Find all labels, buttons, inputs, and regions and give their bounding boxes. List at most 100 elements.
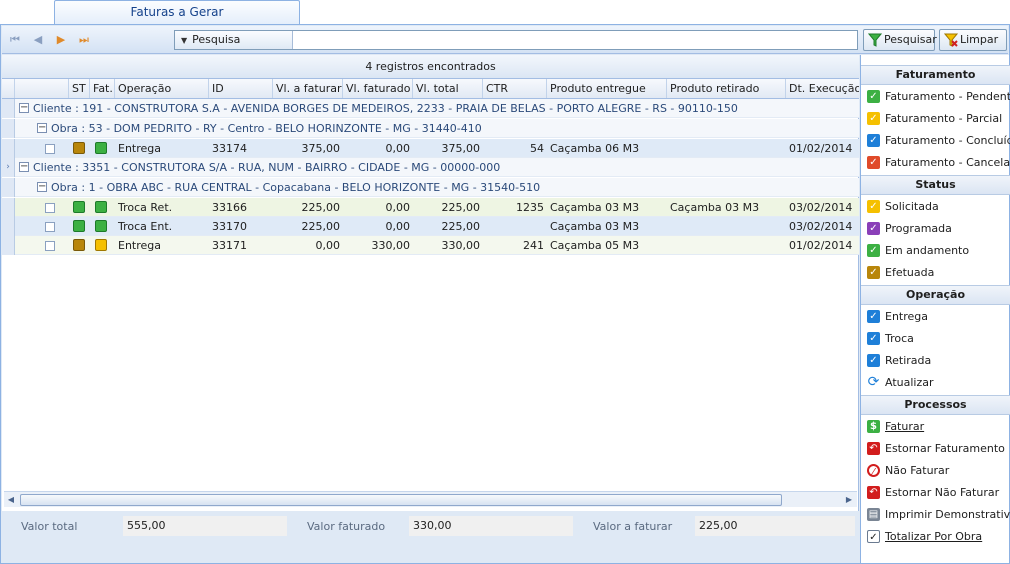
row-indicator-header (2, 79, 15, 98)
cell-id: 33174 (212, 142, 247, 155)
column-header-fat[interactable]: Fat. (90, 79, 115, 98)
column-header-dt-execucao[interactable]: Dt. Execução (786, 79, 859, 98)
checkbox-icon[interactable] (867, 310, 880, 323)
cell-produto-entregue: Caçamba 05 M3 (550, 239, 640, 252)
scroll-left-icon[interactable]: ◀ (5, 493, 17, 507)
cell-vl-total: 225,00 (441, 201, 481, 214)
table-row[interactable]: Entrega 33174 375,00 0,00 375,00 54 Caça… (2, 139, 859, 158)
refresh-action[interactable]: ⟳ Atualizar (865, 373, 1009, 393)
action-label: Estornar Não Faturar (885, 486, 1000, 499)
record-count: 4 registros encontrados (2, 55, 859, 79)
table-row[interactable]: Troca Ret. 33166 225,00 0,00 225,00 1235… (2, 198, 859, 217)
column-header-produto-entregue[interactable]: Produto entregue (547, 79, 667, 98)
filter-faturamento-parcial[interactable]: Faturamento - Parcial (865, 109, 1009, 129)
table-row[interactable]: Troca Ent. 33170 225,00 0,00 225,00 Caça… (2, 217, 859, 236)
cell-operacao: Troca Ret. (118, 201, 173, 214)
filter-faturamento-cancelado[interactable]: Faturamento - Cancelado (865, 153, 1010, 173)
column-header-produto-retirado[interactable]: Produto retirado (667, 79, 786, 98)
undo-icon: ↶ (867, 442, 880, 455)
totalizar-por-obra-toggle[interactable]: ✓ Totalizar Por Obra (865, 527, 1009, 547)
tab-strip: Faturas a Gerar (0, 0, 1010, 25)
column-header-st[interactable]: ST (69, 79, 90, 98)
status-indicator (73, 201, 85, 213)
cell-vl-total: 330,00 (441, 239, 481, 252)
faturar-action[interactable]: $ Faturar (865, 417, 1009, 437)
collapse-icon[interactable]: − (37, 182, 47, 192)
checkbox-icon[interactable] (867, 354, 880, 367)
checkbox-checked-icon[interactable]: ✓ (867, 530, 880, 543)
cell-vl-faturado: 0,00 (385, 220, 411, 233)
checkbox-icon[interactable] (867, 134, 880, 147)
previous-record-icon[interactable]: ◀ (31, 33, 45, 47)
collapse-icon[interactable]: − (19, 103, 29, 113)
last-record-icon[interactable]: ⏭ (77, 33, 91, 47)
column-header-operacao[interactable]: Operação (115, 79, 209, 98)
horizontal-scrollbar[interactable]: ◀ ▶ (4, 491, 857, 507)
column-header-ctr[interactable]: CTR (483, 79, 547, 98)
filter-operacao-retirada[interactable]: Retirada (865, 351, 1009, 371)
scrollbar-thumb[interactable] (20, 494, 782, 506)
filter-operacao-entrega[interactable]: Entrega (865, 307, 1009, 327)
filter-status-programada[interactable]: Programada (865, 219, 1009, 239)
filter-faturamento-concluido[interactable]: Faturamento - Concluído (865, 131, 1010, 151)
scroll-right-icon[interactable]: ▶ (843, 493, 855, 507)
column-header-vl-a-faturar[interactable]: Vl. a faturar (273, 79, 343, 98)
filter-label: Troca (885, 332, 914, 345)
estornar-nao-faturar-action[interactable]: ↶ Estornar Não Faturar (865, 483, 1009, 503)
table-row[interactable]: Entrega 33171 0,00 330,00 330,00 241 Caç… (2, 236, 859, 255)
group-row-cliente[interactable]: › − Cliente : 3351 - CONSTRUTORA S/A - R… (2, 158, 859, 177)
filter-faturamento-pendente[interactable]: Faturamento - Pendente (865, 87, 1010, 107)
clear-button[interactable]: Limpar (939, 29, 1007, 51)
next-record-icon[interactable]: ▶ (54, 33, 68, 47)
row-indicator (2, 178, 15, 197)
row-indicator (2, 139, 15, 158)
filter-label: Entrega (885, 310, 929, 323)
group-obra-label: Obra : 1 - OBRA ABC - RUA CENTRAL - Copa… (51, 181, 541, 194)
collapse-icon[interactable]: − (37, 123, 47, 133)
valor-a-faturar-value: 225,00 (695, 516, 855, 536)
row-indicator (2, 198, 15, 217)
checkbox-icon[interactable] (867, 156, 880, 169)
filter-operacao-troca[interactable]: Troca (865, 329, 1009, 349)
checkbox-icon[interactable] (867, 244, 880, 257)
first-record-icon[interactable]: ⏮ (8, 33, 22, 47)
checkbox-icon[interactable] (867, 332, 880, 345)
cell-produto-retirado (667, 236, 786, 255)
nao-faturar-action[interactable]: ⁄ Não Faturar (865, 461, 1009, 481)
valor-a-faturar-label: Valor a faturar (593, 520, 673, 533)
cell-produto-retirado (667, 139, 786, 158)
row-indicator (2, 217, 15, 236)
action-label: Estornar Faturamento (885, 442, 1005, 455)
tab-faturas-a-gerar[interactable]: Faturas a Gerar (54, 0, 300, 25)
checkbox-icon[interactable] (867, 112, 880, 125)
action-label: Totalizar Por Obra (885, 530, 983, 543)
row-checkbox[interactable] (45, 203, 55, 213)
group-row-obra[interactable]: − Obra : 1 - OBRA ABC - RUA CENTRAL - Co… (2, 178, 859, 197)
column-header-checkbox[interactable] (15, 79, 69, 98)
estornar-faturamento-action[interactable]: ↶ Estornar Faturamento (865, 439, 1009, 459)
checkbox-icon[interactable] (867, 266, 880, 279)
clear-filter-icon (944, 33, 958, 47)
filter-status-em-andamento[interactable]: Em andamento (865, 241, 1009, 261)
checkbox-icon[interactable] (867, 90, 880, 103)
column-header-id[interactable]: ID (209, 79, 273, 98)
imprimir-demonstrativo-action[interactable]: ▤ Imprimir Demonstrativo (865, 505, 1010, 525)
group-row-cliente[interactable]: − Cliente : 191 - CONSTRUTORA S.A - AVEN… (2, 99, 859, 118)
column-header-vl-total[interactable]: Vl. total (413, 79, 483, 98)
row-checkbox[interactable] (45, 222, 55, 232)
search-field-selector[interactable]: ▼ Pesquisa (175, 31, 293, 49)
fat-indicator (95, 142, 107, 154)
filter-status-solicitada[interactable]: Solicitada (865, 197, 1009, 217)
search-button[interactable]: Pesquisar (863, 29, 937, 51)
checkbox-icon[interactable] (867, 222, 880, 235)
checkbox-icon[interactable] (867, 200, 880, 213)
row-indicator-current: › (2, 158, 15, 177)
filter-status-efetuada[interactable]: Efetuada (865, 263, 1009, 283)
row-checkbox[interactable] (45, 144, 55, 154)
group-row-obra[interactable]: − Obra : 53 - DOM PEDRITO - RY - Centro … (2, 119, 859, 138)
cell-id: 33170 (212, 220, 247, 233)
row-checkbox[interactable] (45, 241, 55, 251)
search-input[interactable]: ▼ Pesquisa (174, 30, 858, 50)
collapse-icon[interactable]: − (19, 162, 29, 172)
column-header-vl-faturado[interactable]: Vl. faturado (343, 79, 413, 98)
